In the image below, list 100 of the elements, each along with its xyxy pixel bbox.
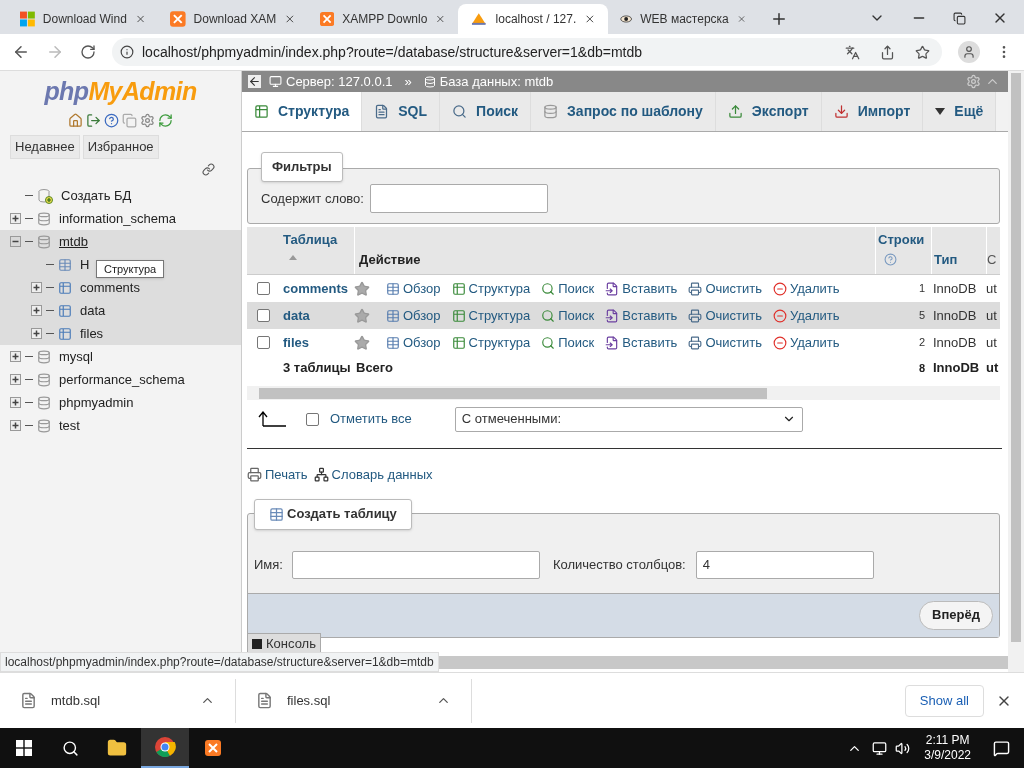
tree-item[interactable]: data — [80, 300, 106, 321]
action-link[interactable]: Очистить — [688, 332, 762, 353]
breadcrumb-link[interactable]: Сервер: 127.0.0.1 — [286, 71, 393, 92]
action-link[interactable]: Поиск — [541, 305, 595, 326]
horizontal-scrollbar[interactable] — [247, 386, 1000, 400]
table-name-input[interactable] — [291, 550, 540, 579]
help-icon[interactable] — [104, 113, 119, 128]
windows-start-icon[interactable] — [16, 740, 32, 756]
taskbar-app[interactable] — [141, 728, 189, 768]
column-header[interactable]: Таблица — [283, 230, 354, 250]
action-link[interactable]: Структура — [451, 305, 531, 326]
expand-toggle-icon[interactable] — [10, 351, 21, 362]
main-tab[interactable]: Структура — [242, 92, 363, 131]
volume-icon[interactable] — [895, 740, 911, 756]
checkbox[interactable] — [306, 412, 319, 426]
tree-node[interactable]: performance_schema — [0, 368, 241, 391]
tree-item[interactable]: test — [59, 415, 80, 436]
action-link[interactable]: Обзор — [386, 305, 441, 326]
sidebar-tab-button[interactable]: Недавнее — [10, 135, 80, 159]
exit-icon[interactable] — [86, 113, 101, 128]
action-link[interactable]: Обзор — [386, 278, 441, 299]
tree-node[interactable]: mysql — [0, 345, 241, 368]
new-tab-icon[interactable] — [770, 10, 788, 28]
action-link[interactable]: Удалить — [772, 332, 840, 353]
browser-tab[interactable]: Download XAM — [158, 4, 308, 34]
address-field[interactable]: localhost/phpmyadmin/index.php?route=/database/structure&server=1&db=mtdb — [112, 38, 942, 66]
expand-toggle-icon[interactable] — [10, 213, 21, 224]
action-link[interactable]: Структура — [451, 332, 531, 353]
reload-icon[interactable] — [80, 44, 96, 60]
checkbox[interactable] — [256, 336, 270, 349]
show-all-button[interactable]: Show all — [904, 684, 984, 717]
action-link[interactable]: Обзор — [386, 332, 441, 353]
star-icon[interactable] — [354, 307, 370, 324]
tree-item[interactable]: information_schema — [59, 208, 177, 229]
table-row[interactable]: data Обзор Структура Поиск Вставить Очистить Удалить 5 InnoDB ut — [247, 302, 1000, 329]
collapse-toggle-icon[interactable] — [10, 236, 21, 247]
tree-item[interactable]: phpmyadmin — [59, 392, 134, 413]
main-tab[interactable]: Запрос по шаблону — [531, 92, 716, 131]
star-icon[interactable] — [354, 334, 370, 351]
action-link[interactable]: Вставить — [605, 332, 678, 353]
restore-icon[interactable] — [953, 11, 966, 25]
action-link[interactable]: Поиск — [541, 278, 595, 299]
expand-toggle-icon[interactable] — [10, 397, 21, 408]
close-icon[interactable] — [584, 13, 596, 25]
tree-item[interactable]: Создать БД — [61, 185, 132, 206]
reload-icon[interactable] — [158, 113, 173, 128]
breadcrumb-link[interactable]: База данных: mtdb — [439, 71, 554, 92]
expand-toggle-icon[interactable] — [31, 328, 42, 339]
vertical-scrollbar[interactable] — [1008, 71, 1024, 672]
tree-item[interactable]: mysql — [59, 346, 93, 367]
column-header[interactable]: Тип — [934, 249, 958, 269]
tree-item[interactable]: files — [80, 323, 104, 344]
main-tab[interactable]: Экспорт — [715, 92, 822, 131]
close-icon[interactable] — [284, 13, 296, 25]
download-item[interactable]: files.sql — [236, 678, 472, 723]
console-tab[interactable]: Консоль — [247, 633, 321, 654]
logo[interactable]: phpMyAdmin — [0, 75, 241, 107]
browser-tab[interactable]: WEB мастерска — [608, 4, 758, 34]
notification-icon[interactable] — [993, 739, 1010, 757]
page-link[interactable]: Печать — [247, 465, 308, 485]
tree-node[interactable]: information_schema — [0, 207, 241, 230]
columns-count-input[interactable]: 4 — [695, 550, 874, 579]
main-tab[interactable]: Ещё — [923, 92, 997, 131]
network-icon[interactable] — [872, 740, 888, 756]
action-link[interactable]: Очистить — [688, 278, 762, 299]
expand-toggle-icon[interactable] — [31, 305, 42, 316]
browser-tab[interactable]: Download Wind — [8, 4, 158, 34]
sidebar-tab-button[interactable]: Избранное — [82, 135, 159, 159]
column-header[interactable]: С — [987, 249, 997, 269]
tree-item[interactable]: mtdb — [59, 231, 88, 252]
link-icon[interactable] — [202, 163, 215, 176]
tree-node[interactable]: test — [0, 414, 241, 437]
action-link[interactable]: Удалить — [772, 305, 840, 326]
settings-icon[interactable] — [140, 113, 155, 128]
check-all-label[interactable]: Отметить все — [330, 409, 412, 429]
home-icon[interactable] — [68, 113, 83, 128]
action-link[interactable]: Структура — [451, 278, 531, 299]
tree-item[interactable]: Н — [80, 254, 90, 275]
expand-toggle-icon[interactable] — [10, 420, 21, 431]
expand-toggle-icon[interactable] — [10, 374, 21, 385]
action-link[interactable]: Вставить — [605, 305, 678, 326]
main-tab[interactable]: Импорт — [821, 92, 924, 131]
translate-icon[interactable] — [845, 44, 860, 60]
table-name-link[interactable]: data — [279, 305, 354, 326]
tree-item[interactable]: performance_schema — [59, 369, 185, 390]
filter-input[interactable] — [369, 184, 548, 213]
browser-tab[interactable]: XAMPP Downlo — [308, 4, 458, 34]
bookmark-star-icon[interactable] — [915, 44, 930, 60]
bulk-action-select[interactable]: С отмеченными: — [454, 406, 803, 432]
action-link[interactable]: Поиск — [541, 332, 595, 353]
main-tab[interactable]: Поиск — [440, 92, 532, 131]
column-header[interactable]: Строки — [878, 230, 925, 250]
page-link[interactable]: Словарь данных — [313, 465, 433, 485]
browser-tab[interactable]: localhost / 127. — [458, 4, 608, 34]
clock[interactable]: 2:11 PM 3/9/2022 — [924, 733, 971, 763]
back-icon[interactable] — [12, 43, 30, 61]
tree-item[interactable]: comments — [80, 277, 140, 298]
checkbox[interactable] — [256, 309, 270, 322]
go-button[interactable]: Вперёд — [919, 600, 993, 630]
search-icon[interactable] — [62, 739, 79, 757]
